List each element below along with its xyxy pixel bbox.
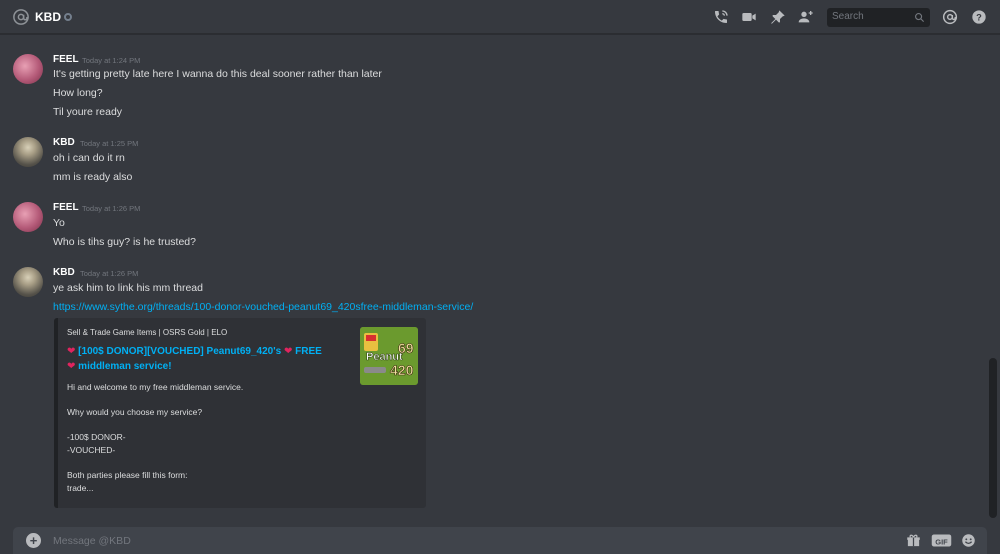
embed-title[interactable]: ❤ [100$ DONOR][VOUCHED] Peanut69_420's ❤… xyxy=(67,344,357,374)
embed-thumbnail[interactable]: Peanut 69 420 xyxy=(360,327,418,385)
peanut-logo-image: Peanut 69 420 xyxy=(360,327,418,385)
status-offline-icon xyxy=(64,13,72,21)
add-friend-icon[interactable] xyxy=(798,9,814,25)
heart-icon: ❤ xyxy=(283,346,293,357)
message-text: Til youre ready xyxy=(53,106,123,118)
embed-description: -100$ DONOR- xyxy=(67,432,126,442)
help-icon[interactable]: ? xyxy=(971,9,987,25)
message-composer: + GIF xyxy=(13,527,987,554)
message-list: FEEL Today at 1:24 PM It's getting prett… xyxy=(0,34,1000,524)
channel-header: KBD Search ? xyxy=(0,0,1000,34)
message-timestamp: Today at 1:25 PM xyxy=(80,139,139,148)
link-embed: Sell & Trade Game Items | OSRS Gold | EL… xyxy=(54,318,426,508)
message-timestamp: Today at 1:26 PM xyxy=(82,204,141,213)
search-box[interactable]: Search xyxy=(827,8,930,27)
message-author[interactable]: FEEL xyxy=(53,54,79,65)
embed-description: Hi and welcome to my free middleman serv… xyxy=(67,382,244,392)
message-text: mm is ready also xyxy=(53,171,133,183)
embed-title-text: middleman service! xyxy=(78,361,172,372)
upload-plus-button[interactable]: + xyxy=(26,533,41,548)
avatar[interactable] xyxy=(13,267,43,297)
embed-description: Why would you choose my service? xyxy=(67,407,203,417)
scrollbar-thumb[interactable] xyxy=(989,358,997,518)
heart-icon: ❤ xyxy=(67,361,76,372)
pin-icon[interactable] xyxy=(770,9,786,25)
dm-recipient-name: KBD xyxy=(35,10,61,24)
message-text: Who is tihs guy? is he trusted? xyxy=(53,236,196,248)
search-icon xyxy=(915,13,925,23)
thread-link[interactable]: https://www.sythe.org/threads/100-donor-… xyxy=(53,301,473,313)
embed-description: -VOUCHED- xyxy=(67,445,116,455)
avatar[interactable] xyxy=(13,54,43,84)
message-timestamp: Today at 1:24 PM xyxy=(82,56,141,65)
message-input[interactable] xyxy=(53,533,753,549)
at-icon xyxy=(13,9,29,25)
embed-title-free: FREE xyxy=(295,346,322,357)
thumb-text: 420 xyxy=(390,362,414,378)
message-text: oh i can do it rn xyxy=(53,152,125,164)
search-placeholder: Search xyxy=(832,11,864,22)
message-author[interactable]: KBD xyxy=(53,267,75,278)
heart-icon: ❤ xyxy=(67,346,76,357)
message-text: It's getting pretty late here I wanna do… xyxy=(53,68,382,80)
embed-title-text: [100$ DONOR][VOUCHED] Peanut69_420's xyxy=(78,346,282,357)
voice-call-icon[interactable] xyxy=(713,9,729,25)
embed-description: Both parties please fill this form: xyxy=(67,470,188,480)
avatar[interactable] xyxy=(13,202,43,232)
message-timestamp: Today at 1:26 PM xyxy=(80,269,139,278)
gif-label: GIF xyxy=(935,537,948,546)
video-call-icon[interactable] xyxy=(741,9,757,25)
gif-picker-icon[interactable]: GIF xyxy=(931,533,952,548)
mentions-icon[interactable] xyxy=(942,9,958,25)
emoji-icon[interactable] xyxy=(961,533,976,548)
embed-description: trade... xyxy=(67,483,94,493)
message-author[interactable]: KBD xyxy=(53,137,75,148)
thumb-text: 69 xyxy=(398,340,414,356)
message-text: ye ask him to link his mm thread xyxy=(53,282,203,294)
avatar[interactable] xyxy=(13,137,43,167)
embed-provider: Sell & Trade Game Items | OSRS Gold | EL… xyxy=(67,328,228,337)
svg-text:?: ? xyxy=(976,12,982,22)
gift-icon[interactable] xyxy=(906,533,921,548)
message-author[interactable]: FEEL xyxy=(53,202,79,213)
message-text: Yo xyxy=(53,217,65,229)
message-text: How long? xyxy=(53,87,103,99)
